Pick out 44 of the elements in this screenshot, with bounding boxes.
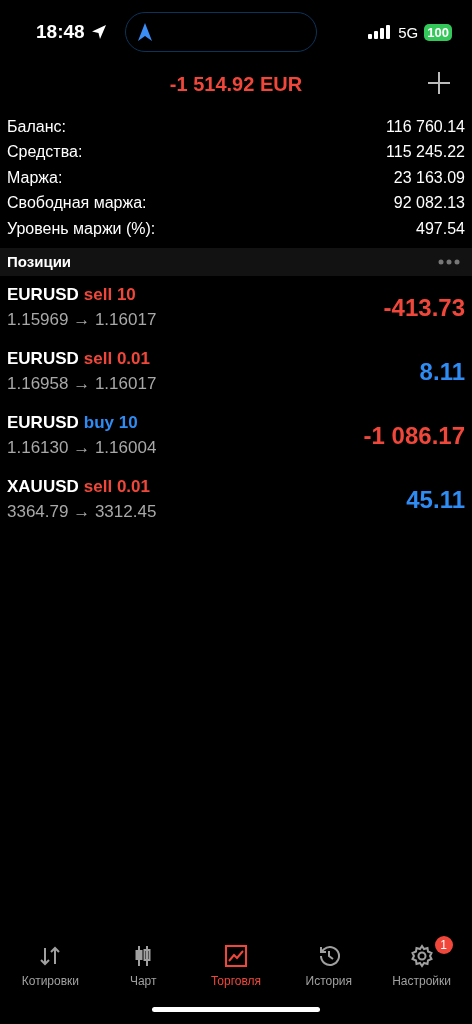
tab-item[interactable]: Торговля [191, 936, 281, 992]
summary-label: Баланс: [7, 117, 66, 136]
order-label: sell 0.01 [83, 477, 150, 497]
symbol-label: XAUUSD [7, 477, 79, 497]
price-label: 1.16958 → 1.16017 [7, 374, 157, 394]
order-label: sell 10 [83, 285, 136, 305]
summary-value: 497.54 [416, 219, 465, 238]
summary-label: Маржа: [7, 168, 63, 187]
line-chart-icon [224, 944, 248, 968]
order-label: sell 0.01 [83, 349, 150, 369]
more-icon[interactable] [438, 258, 460, 265]
price-label: 3364.79 → 3312.45 [7, 502, 157, 522]
symbol-label: EURUSD [7, 349, 79, 369]
summary-label: Средства: [7, 143, 83, 162]
summary-label: Свободная маржа: [7, 194, 147, 213]
symbol-label: EURUSD [7, 285, 79, 305]
battery-indicator: 100 [424, 23, 452, 41]
signal-icon [368, 25, 393, 39]
order-label: buy 10 [83, 413, 138, 433]
tab-item[interactable]: Чарт [98, 936, 189, 992]
tab-item[interactable]: История [283, 936, 374, 992]
network-label: 5G [398, 23, 419, 41]
section-title: Позиции [7, 253, 72, 270]
price-label: 1.16130 → 1.16004 [7, 438, 157, 458]
profit-value: -1 086.17 [363, 421, 465, 450]
profit-value: 8.11 [419, 357, 465, 386]
summary-value: 92 082.13 [393, 194, 465, 213]
profit-value: -413.73 [383, 293, 465, 322]
summary-value: 23 163.09 [393, 168, 465, 187]
status-time: 18:48 [36, 21, 85, 43]
tab-item[interactable]: Котировки [5, 936, 96, 992]
price-label: 1.15969 → 1.16017 [7, 310, 157, 330]
navigation-arrow-icon [137, 23, 152, 41]
notification-badge: 1 [434, 936, 453, 954]
location-arrow-icon [90, 24, 107, 40]
settings-icon [409, 944, 434, 968]
summary-value: 116 760.14 [386, 117, 465, 136]
add-icon[interactable] [428, 72, 450, 94]
summary-value: 115 245.22 [386, 143, 465, 162]
total-profit: -1 514.92 EUR [169, 72, 303, 96]
tab-item[interactable]: Настройки 1 [376, 936, 467, 992]
symbol-label: EURUSD [7, 413, 79, 433]
summary-label: Уровень маржи (%): [7, 219, 156, 238]
profit-value: 45.11 [406, 485, 465, 514]
